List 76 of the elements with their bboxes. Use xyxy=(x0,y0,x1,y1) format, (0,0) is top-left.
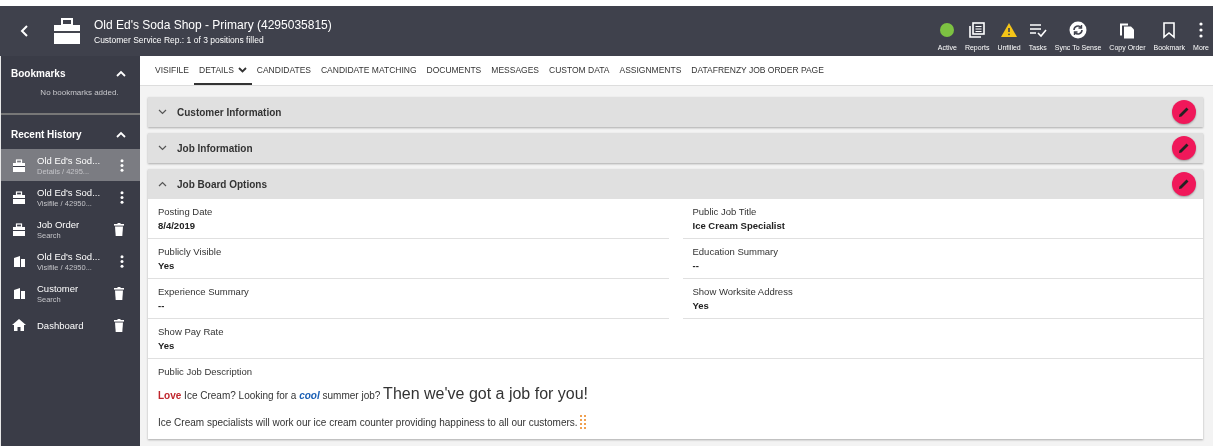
checklist-icon xyxy=(1028,21,1047,39)
chevron-icon[interactable] xyxy=(116,130,126,138)
field-value: 8/4/2019 xyxy=(158,220,196,231)
field-label: Show Worksite Address xyxy=(692,286,794,297)
more-icon[interactable] xyxy=(120,190,124,204)
edit-button[interactable] xyxy=(1172,172,1196,196)
resize-grip-icon[interactable] xyxy=(579,415,586,429)
record-subtitle: Customer Service Rep.: 1 of 3 positions filled xyxy=(94,34,265,45)
tab[interactable]: DETAILS xyxy=(194,56,252,85)
field-label: Posting Date xyxy=(158,206,214,217)
trash-icon[interactable] xyxy=(114,318,124,332)
building-icon xyxy=(12,255,26,267)
trash-icon[interactable] xyxy=(114,222,124,236)
chevron-icon xyxy=(158,145,167,151)
history-title: Dashboard xyxy=(37,319,85,331)
more-icon[interactable] xyxy=(120,254,124,268)
field-value: Yes xyxy=(158,340,176,351)
more-icon xyxy=(1198,21,1204,39)
section-title: Customer Information xyxy=(177,106,283,118)
briefcase-icon xyxy=(12,190,26,204)
section-header[interactable]: Job Board Options xyxy=(148,169,1203,199)
tab[interactable]: CUSTOM DATA xyxy=(544,56,615,85)
back-icon xyxy=(20,25,30,37)
building-icon xyxy=(12,287,26,299)
empty-message: No bookmarks added. xyxy=(39,88,120,99)
history-title: Job Order xyxy=(37,218,81,230)
field-label: Show Pay Rate xyxy=(158,326,225,337)
field-value: Yes xyxy=(692,300,710,311)
pencil-icon xyxy=(1178,142,1190,154)
record-title: Old Ed's Soda Shop - Primary (4295035815) xyxy=(94,17,333,32)
briefcase-icon xyxy=(12,222,26,236)
pencil-icon xyxy=(1178,106,1190,118)
field-value: Yes xyxy=(158,260,176,271)
field-label: Experience Summary xyxy=(158,286,250,297)
section-title: Job Information xyxy=(177,142,254,154)
bookmark-icon xyxy=(1163,21,1176,39)
briefcase-icon xyxy=(12,158,26,172)
tab[interactable]: MESSAGES xyxy=(486,56,544,85)
field-value: -- xyxy=(158,300,166,311)
tab[interactable]: VISIFILE xyxy=(150,56,194,85)
documents-icon xyxy=(969,21,986,39)
section-heading: Bookmarks xyxy=(11,67,66,79)
tab[interactable]: ASSIGNMENTS xyxy=(614,56,687,85)
field-value: -- xyxy=(692,260,700,271)
edit-button[interactable] xyxy=(1172,136,1196,160)
status-dot-icon xyxy=(939,21,956,39)
history-title: Old Ed's Sod... xyxy=(37,154,102,166)
sync-icon xyxy=(1069,21,1088,39)
copy-icon xyxy=(1119,21,1136,39)
field-label: Publicly Visible xyxy=(158,246,223,257)
history-title: Customer xyxy=(37,282,80,294)
history-title: Old Ed's Sod... xyxy=(37,186,102,198)
edit-button[interactable] xyxy=(1172,100,1196,124)
chevron-icon xyxy=(158,109,167,115)
tab[interactable]: DATAFRENZY JOB ORDER PAGE xyxy=(686,56,829,85)
pencil-icon xyxy=(1178,178,1190,190)
field-label: Education Summary xyxy=(692,246,780,257)
tab[interactable]: CANDIDATES xyxy=(251,56,316,85)
history-title: Old Ed's Sod... xyxy=(37,250,102,262)
history-item[interactable]: Dashboard xyxy=(1,309,140,341)
trash-icon[interactable] xyxy=(114,286,124,300)
field-label: Public Job Title xyxy=(692,206,758,217)
tab[interactable]: CANDIDATE MATCHING xyxy=(315,56,422,85)
description-text: Ice Cream specialists will work our ice cream counter providing happiness to all our customers. xyxy=(158,416,578,428)
tab[interactable]: DOCUMENTS xyxy=(421,56,487,85)
section-heading: Recent History xyxy=(11,128,82,140)
description-text: Love Ice Cream? Looking for a cool summer job? Then we've got a job for you! xyxy=(158,385,589,403)
home-icon xyxy=(12,319,26,331)
chevron-icon xyxy=(158,181,167,187)
field-value: Ice Cream Specialist xyxy=(692,220,786,231)
section-header[interactable]: Customer Information xyxy=(148,97,1203,127)
chevron-icon[interactable] xyxy=(116,69,126,77)
field-label: Public Job Description xyxy=(158,366,253,377)
warning-icon xyxy=(1000,21,1019,39)
section-title: Job Board Options xyxy=(177,178,268,190)
section-header[interactable]: Job Information xyxy=(148,133,1203,163)
